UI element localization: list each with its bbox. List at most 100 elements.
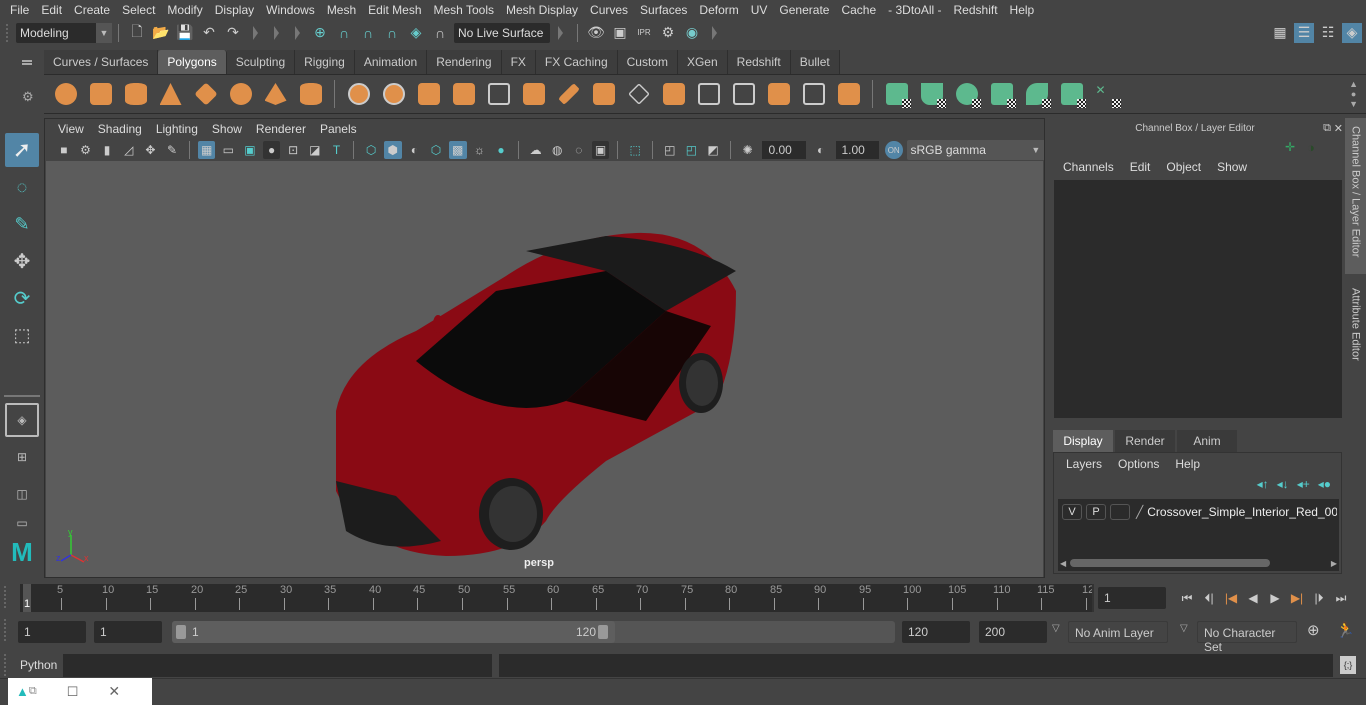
- scroll-right-icon[interactable]: ▶: [1331, 559, 1337, 568]
- menu-modify[interactable]: Modify: [161, 3, 208, 17]
- smooth-shade-icon[interactable]: ⬢: [383, 141, 402, 159]
- grease-pencil-icon[interactable]: ✎: [163, 141, 181, 159]
- safe-action-icon[interactable]: ◪: [306, 141, 324, 159]
- separate-icon[interactable]: [379, 79, 409, 109]
- paint-select-tool-icon[interactable]: ✎: [5, 207, 39, 241]
- layer-color-swatch[interactable]: ╱: [1136, 505, 1143, 519]
- bevel-icon[interactable]: [624, 79, 654, 109]
- new-layer-icon[interactable]: ◂+: [1297, 477, 1310, 491]
- color-space-dropdown[interactable]: sRGB gamma ▼: [906, 140, 1044, 160]
- cylindrical-uv-icon[interactable]: [917, 79, 947, 109]
- modeling-toolkit-icon[interactable]: ▦: [1270, 23, 1290, 43]
- step-forward-icon[interactable]: |⏵: [1308, 591, 1330, 606]
- workspace-dropdown[interactable]: Modeling ▼: [16, 22, 112, 43]
- poly-sphere-icon[interactable]: [51, 79, 81, 109]
- menu-file[interactable]: File: [4, 3, 35, 17]
- shelf-tab-bullet[interactable]: Bullet: [790, 50, 840, 74]
- range-end-handle[interactable]: [598, 625, 608, 639]
- shelf-tab-curves-surfaces[interactable]: Curves / Surfaces: [44, 50, 159, 74]
- menu-select[interactable]: Select: [116, 3, 161, 17]
- start-time-field[interactable]: 1: [18, 621, 86, 643]
- menu-redshift[interactable]: Redshift: [948, 3, 1004, 17]
- menu-generate[interactable]: Generate: [773, 3, 835, 17]
- go-to-start-icon[interactable]: ⏮: [1176, 591, 1198, 606]
- channel-box-menu-channels[interactable]: Channels: [1055, 160, 1122, 174]
- layer-hscrollbar[interactable]: ◀ ▶: [1060, 557, 1337, 569]
- anim-layer-field[interactable]: No Anim Layer: [1068, 621, 1168, 643]
- spherical-uv-icon[interactable]: [952, 79, 982, 109]
- gamma-icon[interactable]: ◐: [812, 141, 830, 159]
- menu-edit-mesh[interactable]: Edit Mesh: [362, 3, 427, 17]
- collapse-arrow-icon[interactable]: [295, 25, 300, 40]
- wireframe-on-shaded-icon[interactable]: ⬡: [427, 141, 445, 159]
- character-set-field[interactable]: No Character Set: [1197, 621, 1297, 654]
- lasso-tool-icon[interactable]: ◌: [5, 170, 39, 204]
- current-frame-field[interactable]: 1: [1098, 587, 1166, 609]
- range-start-handle[interactable]: [176, 625, 186, 639]
- layer-tab-render[interactable]: Render: [1115, 430, 1175, 452]
- next-key-icon[interactable]: ▶|: [1286, 591, 1308, 605]
- layer-row[interactable]: V P ╱ Crossover_Simple_Interior_Red_001_…: [1058, 499, 1339, 521]
- subdivide-icon[interactable]: [519, 79, 549, 109]
- menu-windows[interactable]: Windows: [260, 3, 321, 17]
- poly-cylinder-icon[interactable]: [121, 79, 151, 109]
- shelf-tab-fx-caching[interactable]: FX Caching: [535, 50, 618, 74]
- maximize-icon[interactable]: ☐: [67, 684, 79, 700]
- snap-live-icon[interactable]: ∩: [430, 23, 450, 43]
- contour-stretch-uv-icon[interactable]: [1022, 79, 1052, 109]
- grid-icon[interactable]: ▦: [197, 141, 216, 159]
- field-chart-icon[interactable]: ⊡: [284, 141, 302, 159]
- combine-icon[interactable]: [344, 79, 374, 109]
- layer-name[interactable]: Crossover_Simple_Interior_Red_001_l: [1147, 505, 1337, 519]
- collapse-arrow-icon[interactable]: [253, 25, 258, 40]
- wireframe-icon[interactable]: ⬡: [362, 141, 380, 159]
- scroll-thumb[interactable]: [1070, 559, 1271, 567]
- single-view-layout-icon[interactable]: ◈: [5, 403, 39, 437]
- motion-blur-icon[interactable]: ◍: [548, 141, 566, 159]
- channel-list[interactable]: [1054, 180, 1342, 418]
- fill-hole-icon[interactable]: [834, 79, 864, 109]
- render-settings-icon[interactable]: ⚙: [658, 23, 678, 43]
- live-surface-field[interactable]: No Live Surface: [454, 22, 550, 43]
- grip-handle[interactable]: [4, 654, 10, 676]
- menu-deform[interactable]: Deform: [693, 3, 744, 17]
- new-scene-icon[interactable]: 🗋: [127, 23, 147, 43]
- shelf-tab-sculpting[interactable]: Sculpting: [226, 50, 296, 74]
- 3d-viewport[interactable]: y x z persp: [46, 161, 1043, 577]
- menu-mesh-tools[interactable]: Mesh Tools: [428, 3, 500, 17]
- layer-display-type-toggle[interactable]: [1110, 504, 1130, 520]
- layer-visibility-toggle[interactable]: V: [1062, 504, 1082, 520]
- anti-aliasing-icon[interactable]: ◌: [570, 141, 588, 159]
- isolate-select-icon[interactable]: ⬚: [626, 141, 644, 159]
- two-view-layout-icon[interactable]: ◫: [5, 477, 39, 511]
- render-view-icon[interactable]: 👁: [586, 23, 606, 43]
- scroll-left-icon[interactable]: ◀: [1060, 559, 1066, 568]
- xray-joints-icon[interactable]: ◰: [683, 141, 701, 159]
- render-frame-icon[interactable]: ▣: [610, 23, 630, 43]
- mirror-icon[interactable]: [414, 79, 444, 109]
- poly-cone-icon[interactable]: [156, 79, 186, 109]
- shelf-menu-icon[interactable]: [22, 60, 32, 62]
- gear-icon[interactable]: ⚙: [22, 89, 34, 105]
- timeline-ruler[interactable]: 1 5 10 15 20 25 30 35 40 45 50 55 60 65 70 75 80 85 90 95 1…: [20, 584, 1094, 612]
- xray-icon[interactable]: ◰: [661, 141, 679, 159]
- viewport-menu-lighting[interactable]: Lighting: [149, 122, 205, 136]
- layer-menu-help[interactable]: Help: [1167, 457, 1208, 471]
- snap-curve-icon[interactable]: ∩: [334, 23, 354, 43]
- command-language-label[interactable]: Python: [20, 658, 57, 672]
- snap-surface-icon[interactable]: ◈: [406, 23, 426, 43]
- poly-pyramid-icon[interactable]: [261, 79, 291, 109]
- restore-icon[interactable]: ⧉: [29, 685, 37, 698]
- uv-editor-icon[interactable]: [1057, 79, 1087, 109]
- unfold-uv-icon[interactable]: ✕: [1092, 79, 1122, 109]
- tab-channel-box[interactable]: Channel Box / Layer Editor: [1345, 118, 1366, 274]
- range-slider[interactable]: 1 120: [172, 621, 895, 643]
- float-icon[interactable]: ⧉: [1323, 122, 1331, 135]
- collapse-icon[interactable]: [799, 79, 829, 109]
- shelf-tab-rendering[interactable]: Rendering: [427, 50, 502, 74]
- move-layer-up-icon[interactable]: ◂↑: [1257, 477, 1269, 491]
- append-polygon-icon[interactable]: [694, 79, 724, 109]
- menu-uv[interactable]: UV: [745, 3, 774, 17]
- shelf-tab-xgen[interactable]: XGen: [677, 50, 728, 74]
- viewport-menu-renderer[interactable]: Renderer: [249, 122, 313, 136]
